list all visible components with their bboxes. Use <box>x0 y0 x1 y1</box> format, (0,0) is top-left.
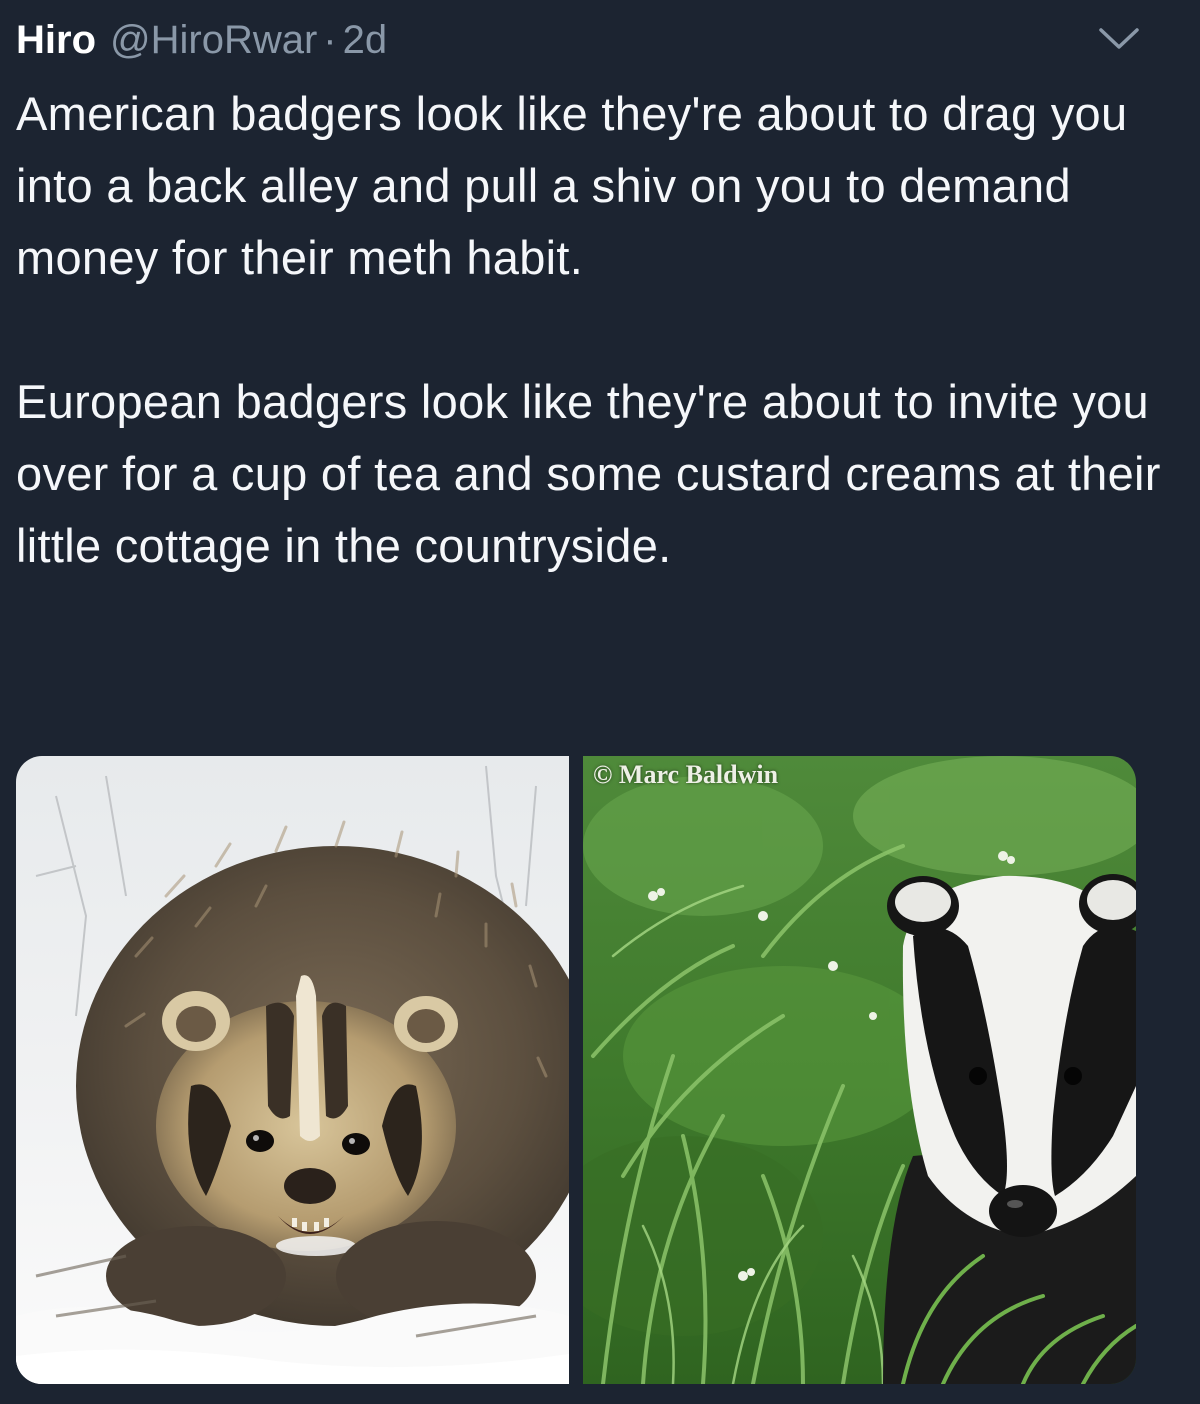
tweet-paragraph-american: American badgers look like they're about… <box>16 87 1128 284</box>
user-handle[interactable]: @HiroRwar <box>110 14 317 66</box>
tweet-timestamp[interactable]: 2d <box>343 14 388 66</box>
separator-dot: · <box>323 18 337 62</box>
photo-watermark: © Marc Baldwin <box>593 760 779 789</box>
chevron-down-icon[interactable] <box>1098 26 1140 52</box>
american-badger-photo[interactable] <box>16 756 569 1384</box>
display-name[interactable]: Hiro <box>16 14 96 66</box>
tweet-header: Hiro @HiroRwar · 2d <box>16 14 387 66</box>
tweet-body: American badgers look like they're about… <box>16 78 1176 582</box>
tweet-media-grid: © Marc Baldwin <box>16 756 1136 1384</box>
european-badger-photo[interactable]: © Marc Baldwin <box>583 756 1136 1384</box>
tweet-paragraph-european: European badgers look like they're about… <box>16 375 1161 572</box>
